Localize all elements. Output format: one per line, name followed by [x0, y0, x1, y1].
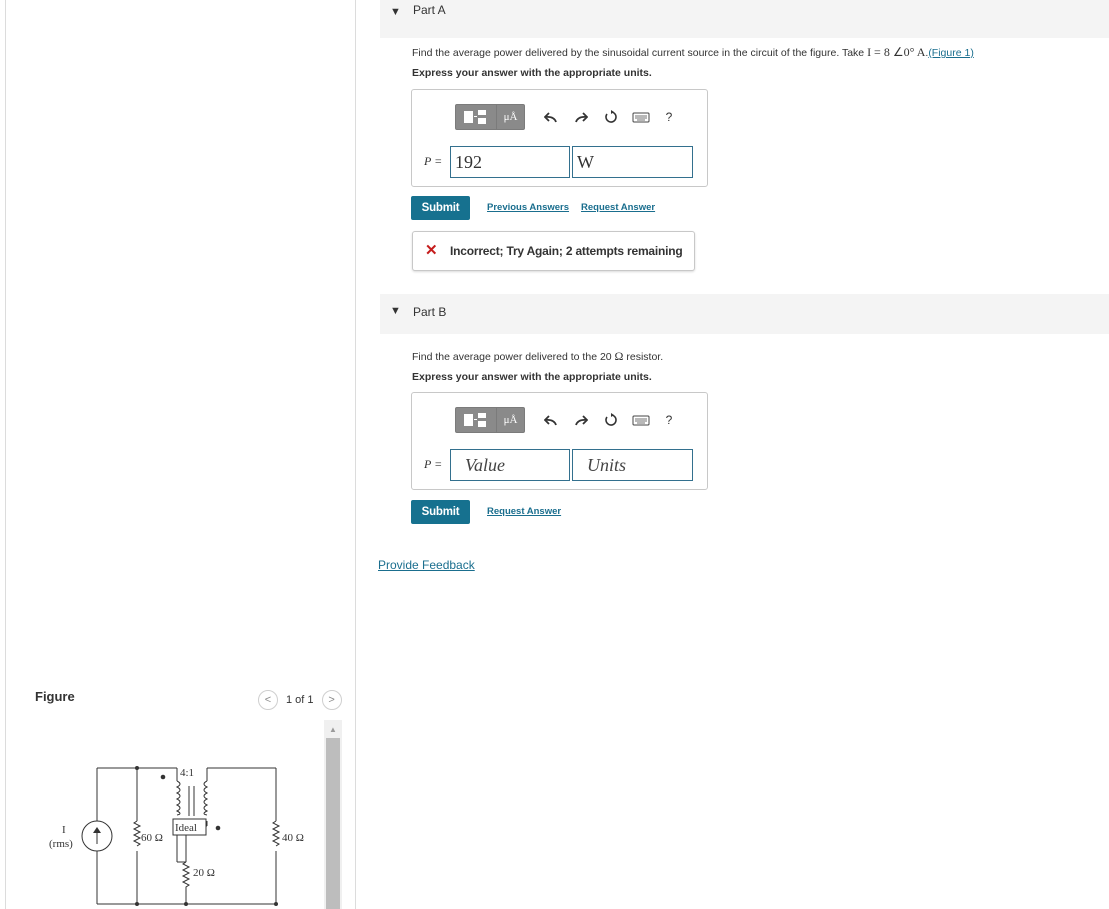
source-arrow-icon — [93, 827, 101, 833]
ideal-label: Ideal — [175, 822, 197, 834]
templates-button[interactable] — [455, 407, 497, 433]
ratio-label: 4:1 — [180, 767, 194, 779]
source-rms-label: (rms) — [49, 838, 73, 850]
help-icon[interactable]: ? — [659, 104, 679, 130]
answer-value-input[interactable]: 192 — [450, 146, 570, 178]
collapse-caret-icon[interactable]: ▼ — [390, 305, 401, 317]
keyboard-icon[interactable] — [629, 407, 653, 433]
part-b-title: Part B — [413, 305, 447, 319]
keyboard-icon[interactable] — [629, 104, 653, 130]
answer-units-input[interactable]: W — [572, 146, 693, 178]
next-figure-button[interactable]: > — [321, 690, 342, 710]
question-text: Find the average power delivered to the … — [412, 351, 615, 363]
units-button[interactable]: μÅ — [497, 407, 525, 433]
left-edge-rule — [5, 0, 6, 909]
part-b-submit-button[interactable]: Submit — [411, 500, 470, 524]
templates-icon — [464, 110, 486, 124]
reset-icon[interactable] — [599, 104, 623, 130]
part-a-question: Find the average power delivered by the … — [412, 45, 974, 60]
previous-figure-button[interactable]: < — [258, 690, 278, 710]
part-a-header[interactable]: ▼ Part A — [380, 0, 1109, 38]
units-button[interactable]: μÅ — [497, 104, 525, 130]
figure-1-link[interactable]: (Figure 1) — [928, 47, 974, 59]
figure-count: 1 of 1 — [286, 694, 314, 706]
part-a-request-answer-link[interactable]: Request Answer — [581, 202, 655, 213]
part-a-instruction: Express your answer with the appropriate… — [412, 67, 652, 79]
part-a-answer-box: μÅ ? P = 192 W — [411, 89, 708, 187]
part-b-header[interactable]: ▼ Part B — [380, 294, 1109, 334]
current-expression: I = 8 ∠0° A — [867, 45, 926, 59]
part-a-submit-button[interactable]: Submit — [411, 196, 470, 220]
question-text: Find the average power delivered by the … — [412, 47, 868, 59]
redo-icon[interactable] — [569, 407, 593, 433]
r40-label: 40 Ω — [282, 832, 304, 844]
part-b-answer-box: μÅ ? P = Value Units — [411, 392, 708, 490]
reset-icon[interactable] — [599, 407, 623, 433]
r20-label: 20 Ω — [193, 867, 215, 879]
collapse-caret-icon[interactable]: ▼ — [390, 6, 401, 18]
math-toolbar: μÅ ? — [455, 103, 679, 131]
error-x-icon: ✕ — [425, 242, 438, 259]
templates-icon — [464, 413, 486, 427]
redo-icon[interactable] — [569, 104, 593, 130]
feedback-message-box: ✕ Incorrect; Try Again; 2 attempts remai… — [412, 231, 695, 271]
undo-icon[interactable] — [539, 407, 563, 433]
undo-icon[interactable] — [539, 104, 563, 130]
part-b-request-answer-link[interactable]: Request Answer — [487, 506, 561, 517]
math-toolbar: μÅ ? — [455, 406, 679, 434]
power-variable-label: P = — [424, 154, 443, 168]
feedback-text: Incorrect; Try Again; 2 attempts remaini… — [450, 244, 683, 258]
previous-answers-link[interactable]: Previous Answers — [487, 202, 569, 213]
question-text-end: resistor. — [623, 351, 664, 363]
answer-units-input[interactable]: Units — [572, 449, 693, 481]
part-a-title: Part A — [413, 3, 446, 17]
figure-pane-divider — [355, 0, 356, 909]
part-b-question: Find the average power delivered to the … — [412, 349, 663, 364]
part-b-instruction: Express your answer with the appropriate… — [412, 371, 652, 383]
provide-feedback-link[interactable]: Provide Feedback — [378, 558, 475, 572]
r60-label: 60 Ω — [141, 832, 163, 844]
figure-title: Figure — [35, 689, 75, 704]
scrollbar-thumb[interactable] — [326, 738, 340, 909]
help-icon[interactable]: ? — [659, 407, 679, 433]
figure-pager: < 1 of 1 > — [258, 690, 342, 710]
scroll-up-arrow-icon[interactable]: ▲ — [324, 722, 342, 736]
circuit-diagram: 4:1 Ideal 60 Ω 40 Ω 20 Ω I (rms) — [49, 766, 304, 906]
source-label: I — [62, 824, 66, 836]
answer-value-input[interactable]: Value — [450, 449, 570, 481]
power-variable-label: P = — [424, 457, 443, 471]
templates-button[interactable] — [455, 104, 497, 130]
